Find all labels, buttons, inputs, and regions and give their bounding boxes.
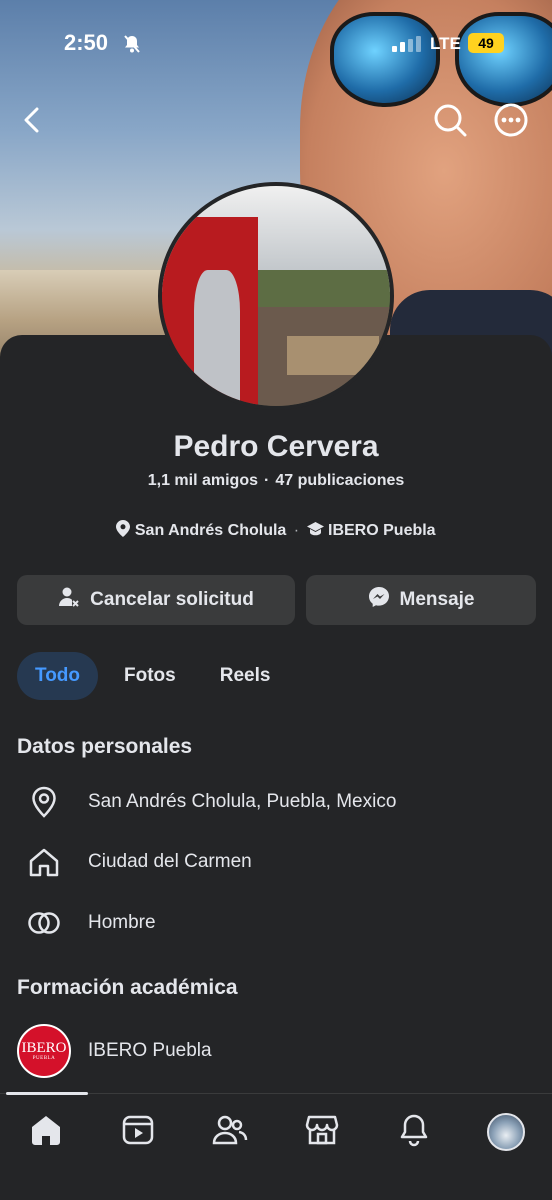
video-icon [121, 1114, 155, 1151]
cancel-request-button[interactable]: Cancelar solicitud [17, 575, 295, 625]
details-location-text: San Andrés Cholula, Puebla, Mexico [88, 791, 397, 812]
status-bar: 2:50 LTE 49 [0, 30, 552, 60]
education-logo-wrap: IBERO PUEBLA [0, 1024, 88, 1078]
location-pin-icon [0, 786, 88, 818]
network-type: LTE [430, 34, 461, 53]
education-title: Formación académica [17, 976, 238, 999]
tab-reels[interactable]: Reels [202, 652, 289, 700]
nav-home[interactable] [26, 1112, 66, 1152]
signal-icon [392, 36, 422, 57]
nav-notifications[interactable] [394, 1112, 434, 1152]
tab-fotos[interactable]: Fotos [106, 652, 194, 700]
details-item-gender: Hombre [0, 903, 552, 943]
marketplace-icon [305, 1114, 339, 1151]
profile-avatar[interactable] [158, 182, 394, 410]
search-icon [432, 104, 468, 142]
search-button[interactable] [432, 102, 468, 138]
nav-video[interactable] [118, 1112, 158, 1152]
chevron-left-icon [14, 107, 50, 142]
details-item-location: San Andrés Cholula, Puebla, Mexico [0, 782, 552, 822]
avatar-bench [287, 335, 379, 376]
messenger-icon [368, 586, 390, 614]
avatar-person [193, 269, 240, 406]
battery-indicator: 49 [468, 33, 504, 53]
gender-rings-icon [0, 911, 88, 935]
person-cancel-icon [58, 586, 80, 614]
profile-name: Pedro Cervera [173, 430, 379, 463]
home-icon [0, 847, 88, 877]
profile-avatar [487, 1113, 525, 1151]
ibero-logo-text: IBERO [21, 1040, 67, 1056]
details-item-hometown: Ciudad del Carmen [0, 842, 552, 882]
profile-stats: 1,1 mil amigos · 47 publicaciones [147, 472, 405, 489]
location-pin-icon [116, 520, 131, 539]
home-icon [29, 1114, 63, 1151]
details-gender-text: Hombre [88, 912, 156, 933]
profile-tabs: Todo Fotos Reels [17, 652, 296, 700]
ibero-logo-sub: PUEBLA [32, 1056, 56, 1061]
graduation-cap-icon [306, 522, 324, 539]
friends-icon [212, 1114, 248, 1151]
posts-count[interactable]: 47 publicaciones [275, 472, 404, 489]
personal-details-title: Datos personales [17, 735, 193, 758]
education-item[interactable]: IBERO PUEBLA IBERO Puebla [0, 1024, 552, 1078]
message-button[interactable]: Mensaje [306, 575, 536, 625]
message-label: Mensaje [399, 589, 475, 610]
nav-marketplace[interactable] [302, 1112, 342, 1152]
tab-todo[interactable]: Todo [17, 652, 99, 700]
details-hometown-text: Ciudad del Carmen [88, 851, 252, 872]
more-options-button[interactable] [493, 102, 529, 138]
cancel-request-label: Cancelar solicitud [90, 589, 254, 610]
friends-count[interactable]: 1,1 mil amigos [148, 472, 258, 489]
back-button[interactable] [14, 102, 50, 138]
intro-education: IBERO Puebla [328, 522, 436, 539]
education-school-text: IBERO Puebla [88, 1040, 212, 1061]
status-time: 2:50 [64, 30, 109, 55]
nav-friends[interactable] [210, 1112, 250, 1152]
more-horizontal-icon [493, 103, 529, 142]
notifications-icon [398, 1113, 430, 1152]
nav-profile[interactable] [486, 1112, 526, 1152]
intro-location: San Andrés Cholula [134, 522, 287, 539]
ibero-logo: IBERO PUEBLA [17, 1024, 71, 1078]
bottom-navigation [0, 1092, 552, 1200]
profile-intro-line: San Andrés Cholula · IBERO Puebla [0, 520, 552, 540]
bell-muted-icon [122, 34, 142, 59]
active-tab-indicator [6, 1092, 88, 1095]
